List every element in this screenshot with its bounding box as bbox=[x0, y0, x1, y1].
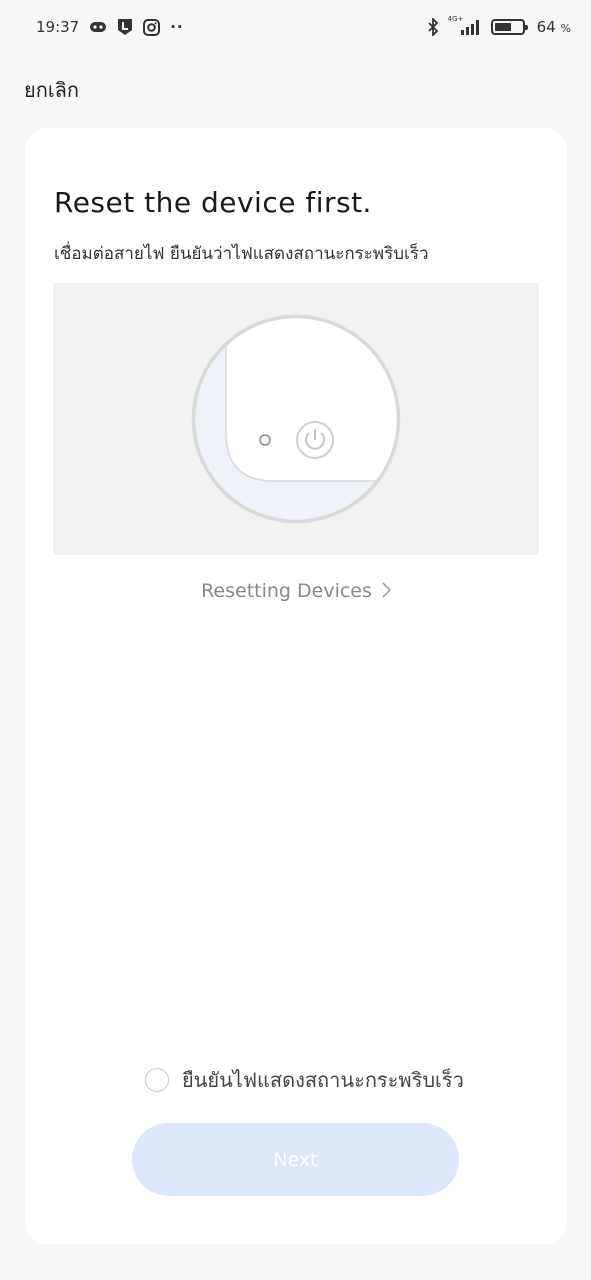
next-button[interactable]: Next bbox=[132, 1123, 459, 1196]
status-more-dots: ·· bbox=[170, 18, 184, 36]
device-illustration bbox=[53, 283, 539, 555]
signal-icon: 4G+ bbox=[447, 15, 481, 36]
battery-percent: 64 % bbox=[537, 18, 571, 36]
battery-percent-value: 64 bbox=[536, 18, 556, 36]
chevron-right-icon bbox=[382, 581, 391, 603]
reset-card: Reset the device first. เชื่อมต่อสายไฟ ย… bbox=[25, 128, 567, 1244]
status-bar: 19:37 ·· 4G+ 64 % bbox=[0, 0, 591, 54]
game-controller-icon bbox=[89, 20, 107, 34]
power-button-icon bbox=[296, 421, 334, 459]
battery-percent-unit: % bbox=[560, 22, 571, 35]
l-app-icon bbox=[117, 18, 133, 36]
resetting-devices-label: Resetting Devices bbox=[201, 580, 372, 602]
battery-level-fill bbox=[494, 23, 512, 31]
confirm-radio[interactable] bbox=[145, 1068, 169, 1092]
confirm-label: ยืนยันไฟแสดงสถานะกระพริบเร็ว bbox=[182, 1068, 464, 1092]
page-title: Reset the device first. bbox=[54, 186, 372, 219]
battery-icon bbox=[490, 19, 528, 35]
confirm-status-checkbox[interactable]: ยืนยันไฟแสดงสถานะกระพริบเร็ว bbox=[145, 1064, 464, 1096]
instagram-icon bbox=[143, 18, 161, 36]
resetting-devices-link[interactable]: Resetting Devices bbox=[25, 580, 567, 603]
cancel-button[interactable]: ยกเลิก bbox=[24, 74, 79, 106]
status-time: 19:37 bbox=[36, 18, 80, 36]
status-bar-left: 19:37 ·· bbox=[36, 18, 184, 36]
network-type-label: 4G+ bbox=[447, 15, 464, 23]
bluetooth-icon bbox=[427, 18, 439, 36]
page-subtitle: เชื่อมต่อสายไฟ ยืนยันว่าไฟแสดงสถานะกระพร… bbox=[54, 244, 429, 264]
status-bar-right: 4G+ 64 % bbox=[427, 15, 571, 36]
